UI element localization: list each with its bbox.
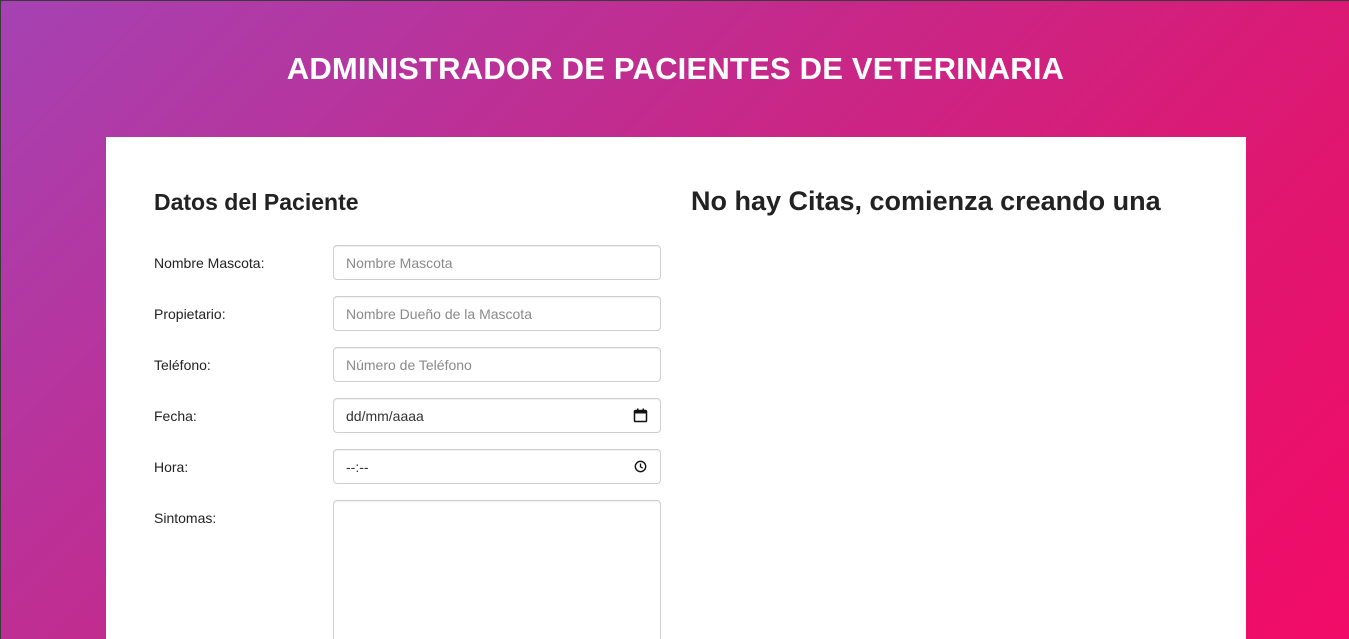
fecha-input[interactable]: dd/mm/aaaa bbox=[333, 398, 661, 433]
fecha-value: dd/mm/aaaa bbox=[346, 407, 424, 424]
page-title: ADMINISTRADOR DE PACIENTES DE VETERINARI… bbox=[286, 51, 1065, 86]
form-title: Datos del Paciente bbox=[154, 189, 359, 215]
propietario-input[interactable] bbox=[333, 296, 661, 331]
calendar-icon[interactable] bbox=[632, 408, 648, 424]
fecha-label: Fecha: bbox=[154, 408, 197, 424]
sintomas-label: Sintomas: bbox=[154, 510, 217, 526]
hora-label: Hora: bbox=[154, 459, 189, 475]
mascota-input[interactable] bbox=[333, 245, 661, 280]
telefono-label: Teléfono: bbox=[154, 357, 211, 373]
propietario-label: Propietario: bbox=[154, 306, 226, 322]
citas-empty-message: No hay Citas, comienza creando una bbox=[691, 186, 1161, 216]
sintomas-textarea[interactable] bbox=[333, 500, 661, 639]
main-card: Datos del Paciente Nombre Mascota: Propi… bbox=[106, 137, 1246, 639]
telefono-input[interactable] bbox=[333, 347, 661, 382]
clock-icon[interactable] bbox=[632, 459, 648, 475]
hora-value: --:-- bbox=[346, 458, 369, 475]
hora-input[interactable]: --:-- bbox=[333, 449, 661, 484]
mascota-label: Nombre Mascota: bbox=[154, 255, 265, 271]
